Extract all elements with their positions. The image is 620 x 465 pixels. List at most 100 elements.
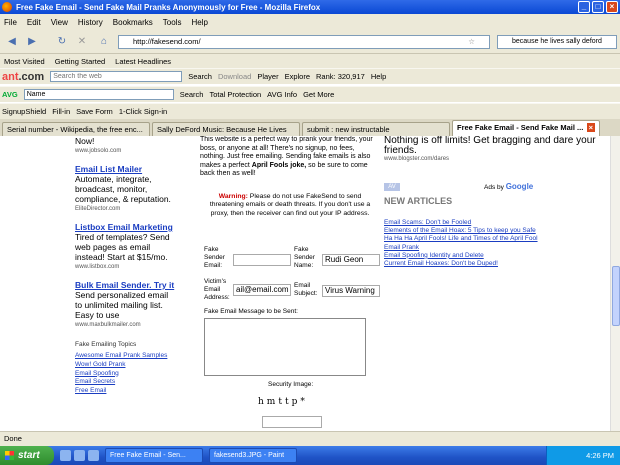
new-articles-heading: NEW ARTICLES	[384, 196, 453, 206]
close-button[interactable]: ×	[606, 1, 618, 13]
bookmark-star-icon[interactable]: ☆	[468, 36, 475, 48]
ad-url[interactable]: EliteDirector.com	[75, 204, 175, 214]
article-link[interactable]: Ha Ha Ha April Fools! Life and Times of …	[384, 235, 538, 243]
forward-icon[interactable]: ▶	[24, 35, 40, 49]
tab-instructable[interactable]: submit : new instructable	[302, 122, 450, 136]
home-icon[interactable]: ⌂	[96, 35, 112, 49]
message-textarea[interactable]	[204, 318, 366, 376]
victim-email-field[interactable]: ail@email.com	[233, 284, 291, 296]
bookmark-getting-started[interactable]: Getting Started	[55, 57, 105, 66]
article-link[interactable]: Elements of the Email Hoax: 5 Tips to ke…	[384, 227, 538, 235]
reload-icon[interactable]: ↻	[54, 35, 70, 49]
back-icon[interactable]: ◀	[4, 35, 20, 49]
firefox-icon	[2, 2, 12, 12]
ad-title[interactable]: Bulk Email Sender. Try it	[75, 280, 175, 290]
left-sidebar: Now! www.jobsolo.com Email List Mailer A…	[75, 136, 175, 396]
avg-info-button[interactable]: AVG Info	[267, 90, 297, 99]
clock: 4:26 PM	[586, 451, 614, 460]
top-ad-text: Now!	[75, 136, 95, 146]
subject-field[interactable]: Virus Warning	[322, 285, 380, 297]
one-click-signin-button[interactable]: 1-Click Sign-in	[119, 107, 167, 116]
menu-bookmarks[interactable]: Bookmarks	[113, 18, 153, 27]
fake-email-topics: Fake Emailing Topics Awesome Email Prank…	[75, 340, 175, 396]
ad-bulk-email: Bulk Email Sender. Try it Send personali…	[75, 280, 175, 330]
security-code-input[interactable]	[262, 416, 322, 428]
taskbar-paint[interactable]: fakesend3.JPG - Paint	[209, 448, 297, 463]
menu-view[interactable]: View	[51, 18, 68, 27]
scrollbar-thumb[interactable]	[612, 266, 620, 326]
article-link[interactable]: Email Prank	[384, 244, 538, 252]
taskbar-firefox[interactable]: Free Fake Email - Sen...	[105, 448, 203, 463]
menu-file[interactable]: File	[4, 18, 17, 27]
stop-icon[interactable]: ✕	[74, 35, 90, 49]
avg-logo: AVG	[2, 90, 18, 99]
quick-launch-icon[interactable]	[74, 450, 85, 461]
ad-body: Send personalized email to unlimited mai…	[75, 290, 169, 320]
quick-launch-icon[interactable]	[88, 450, 99, 461]
bookmark-most-visited[interactable]: Most Visited	[4, 57, 45, 66]
ad-url[interactable]: www.maxbulkmailer.com	[75, 320, 175, 330]
av-badge: AV	[384, 183, 400, 191]
ant-player-button[interactable]: Player	[257, 72, 278, 81]
article-link[interactable]: Current Email Hoaxes: Don't be Duped!	[384, 260, 538, 268]
url-bar[interactable]: http://fakesend.com/ ☆	[118, 35, 490, 49]
ad-email-list-mailer: Email List Mailer Automate, integrate, b…	[75, 164, 175, 214]
ads-by-google[interactable]: Ads by Google	[484, 182, 533, 191]
tab-fake-email[interactable]: × Free Fake Email - Send Fake Mail ...	[452, 120, 600, 136]
get-more-button[interactable]: Get More	[303, 90, 334, 99]
tab-strip: Serial number - Wikipedia, the free enc.…	[0, 119, 620, 136]
system-tray: 4:26 PM	[546, 446, 620, 465]
ant-search-input[interactable]	[50, 71, 183, 82]
window-title: Free Fake Email - Send Fake Mail Pranks …	[16, 2, 321, 12]
article-link[interactable]: Email Spoofing Identity and Delete	[384, 252, 538, 260]
google-logo: Google	[505, 182, 534, 191]
url-text: http://fakesend.com/	[133, 37, 201, 46]
sender-email-field[interactable]	[233, 254, 291, 266]
total-protection-button[interactable]: Total Protection	[209, 90, 261, 99]
right-sidebar: Nothing is off limits! Get bragging and …	[384, 136, 604, 267]
tab-close-icon[interactable]: ×	[586, 123, 595, 132]
menu-history[interactable]: History	[78, 18, 103, 27]
victim-email-label: Victim's Email Address:	[204, 278, 230, 301]
signupshield-button[interactable]: SignupShield	[2, 107, 46, 116]
fill-in-button[interactable]: Fill-in	[52, 107, 70, 116]
vertical-scrollbar[interactable]	[610, 136, 620, 431]
menu-help[interactable]: Help	[191, 18, 207, 27]
menu-edit[interactable]: Edit	[27, 18, 41, 27]
captcha-image: hmttp*	[258, 397, 308, 407]
article-links: Email Scams: Don't be Fooled Elements of…	[384, 219, 538, 268]
topic-link[interactable]: Email Spoofing	[75, 370, 175, 379]
search-box[interactable]: because he lives sally deford	[497, 35, 617, 49]
menu-tools[interactable]: Tools	[163, 18, 182, 27]
ad-title[interactable]: Listbox Email Marketing	[75, 222, 175, 232]
topic-link[interactable]: Awesome Email Prank Samples	[75, 352, 175, 361]
maximize-button[interactable]: □	[592, 1, 604, 13]
topic-link[interactable]: Free Email	[75, 387, 175, 396]
quick-launch-icon[interactable]	[60, 450, 71, 461]
status-bar: Done	[0, 431, 620, 446]
ant-explore-button[interactable]: Explore	[285, 72, 310, 81]
ant-toolbar: ant.com Search Download Player Explore R…	[0, 68, 620, 84]
menu-bar: File Edit View History Bookmarks Tools H…	[0, 14, 620, 30]
minimize-button[interactable]: _	[578, 1, 590, 13]
tab-serial-number[interactable]: Serial number - Wikipedia, the free enc.…	[2, 122, 150, 136]
start-button[interactable]: start	[0, 446, 54, 465]
ad-url[interactable]: www.listbox.com	[75, 262, 175, 272]
topic-link[interactable]: Email Secrets	[75, 378, 175, 387]
top-ad-url[interactable]: www.blogster.com/dares	[384, 156, 604, 162]
bookmark-latest-headlines[interactable]: Latest Headlines	[115, 57, 171, 66]
ant-logo: ant.com	[2, 70, 45, 83]
avg-search-input[interactable]	[23, 89, 174, 100]
tab-fake-email-label: Free Fake Email - Send Fake Mail ...	[457, 123, 584, 132]
sender-name-field[interactable]: Rudi Geon	[322, 254, 380, 266]
avg-search-button[interactable]: Search	[180, 90, 204, 99]
tab-sally-deford[interactable]: Sally DeFord Music: Because He Lives	[152, 122, 300, 136]
save-form-button[interactable]: Save Form	[76, 107, 113, 116]
ant-search-button[interactable]: Search	[188, 72, 212, 81]
top-ad-url: www.jobsolo.com	[75, 148, 122, 154]
topic-link[interactable]: Wow! Gold Prank	[75, 361, 175, 370]
article-link[interactable]: Email Scams: Don't be Fooled	[384, 219, 538, 227]
ant-download-button[interactable]: Download	[218, 72, 251, 81]
ad-title[interactable]: Email List Mailer	[75, 164, 175, 174]
ant-help-button[interactable]: Help	[371, 72, 386, 81]
